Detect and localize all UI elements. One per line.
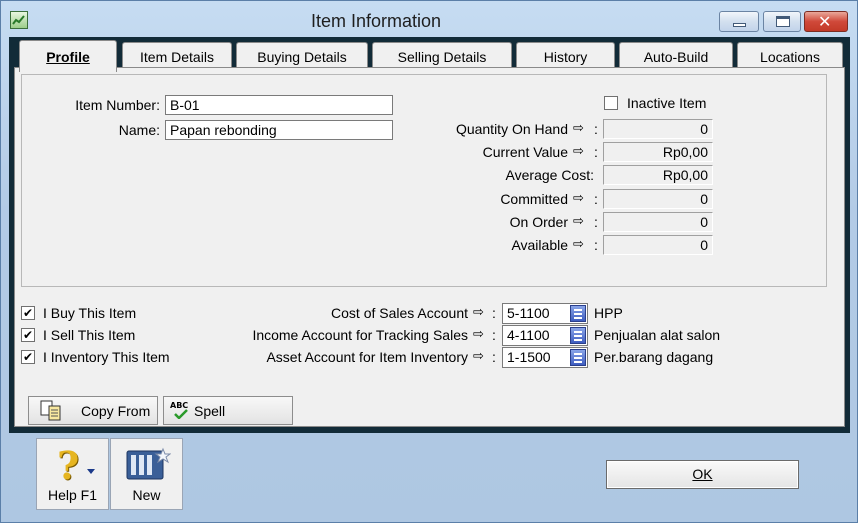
list-lookup-icon[interactable] (570, 305, 586, 322)
new-button[interactable]: New (110, 438, 183, 510)
tab-buying-details[interactable]: Buying Details (236, 42, 368, 70)
tab-label: Profile (46, 49, 90, 65)
colon: : (594, 191, 598, 207)
available-label: Available (511, 237, 568, 253)
quantity-on-hand-value: 0 (603, 119, 713, 139)
quantity-on-hand-label: Quantity On Hand (455, 121, 568, 137)
help-label: Help F1 (47, 487, 98, 503)
tab-auto-build[interactable]: Auto-Build (619, 42, 733, 70)
tab-label: Buying Details (257, 49, 347, 65)
colon: : (594, 121, 598, 137)
drilldown-arrow-icon[interactable]: ⇨ (573, 191, 584, 206)
tab-item-details[interactable]: Item Details (122, 42, 232, 70)
colon: : (594, 214, 598, 230)
account-code: 4-1100 (507, 327, 550, 343)
colon: : (492, 305, 496, 321)
tab-label: Item Details (140, 49, 214, 65)
tab-profile[interactable]: Profile (19, 40, 117, 72)
committed-value: 0 (603, 189, 713, 209)
tab-locations[interactable]: Locations (737, 42, 843, 70)
asset-account-field[interactable]: 1-1500 (502, 347, 588, 368)
item-number-label: Item Number: (75, 97, 160, 113)
average-cost-value: Rp0,00 (603, 165, 713, 185)
drilldown-arrow-icon[interactable]: ⇨ (473, 305, 484, 320)
tab-history[interactable]: History (516, 42, 615, 70)
profile-panel: Item Number: B-01 Name: Papan rebonding … (14, 67, 845, 427)
tab-label: Auto-Build (643, 49, 709, 65)
i-inventory-checkbox[interactable]: ✔ (21, 350, 35, 364)
colon: : (492, 349, 496, 365)
tab-label: Locations (760, 49, 820, 65)
tab-selling-details[interactable]: Selling Details (372, 42, 512, 70)
i-sell-checkbox[interactable]: ✔ (21, 328, 35, 342)
asset-account-name: Per.barang dagang (594, 349, 714, 365)
cost-of-sales-account-label: Cost of Sales Account (331, 305, 468, 321)
cost-of-sales-account-name: HPP (594, 305, 623, 321)
drilldown-arrow-icon[interactable]: ⇨ (473, 327, 484, 342)
drilldown-arrow-icon[interactable]: ⇨ (573, 237, 584, 252)
spell-label: Spell (194, 403, 226, 419)
available-value: 0 (603, 235, 713, 255)
spell-button[interactable]: ABC Spell (163, 396, 293, 425)
drilldown-arrow-icon[interactable]: ⇨ (473, 349, 484, 364)
copy-from-label: Copy From (81, 403, 151, 419)
drilldown-arrow-icon[interactable]: ⇨ (573, 214, 584, 229)
minimize-button[interactable] (719, 11, 759, 32)
maximize-icon (776, 16, 790, 27)
new-item-icon (126, 447, 171, 480)
current-value-value: Rp0,00 (603, 142, 713, 162)
on-order-label: On Order (509, 214, 568, 230)
i-buy-checkbox[interactable]: ✔ (21, 306, 35, 320)
close-button[interactable]: ✕ (804, 11, 848, 32)
i-buy-label: I Buy This Item (43, 305, 137, 321)
dialog-client: Profile Item Details Buying Details Sell… (9, 37, 850, 433)
income-account-name: Penjualan alat salon (594, 327, 721, 343)
new-label: New (132, 487, 161, 503)
inactive-item-checkbox[interactable] (604, 96, 618, 110)
drilldown-arrow-icon[interactable]: ⇨ (573, 121, 584, 136)
average-cost-label: Average Cost: (505, 167, 594, 183)
help-icon: ? (57, 443, 80, 488)
minimize-icon (733, 23, 746, 27)
ok-button[interactable]: OK (606, 460, 799, 489)
colon: : (492, 327, 496, 343)
inactive-item-label: Inactive Item (627, 95, 707, 111)
i-sell-label: I Sell This Item (43, 327, 136, 343)
account-code: 1-1500 (507, 349, 551, 365)
drilldown-arrow-icon[interactable]: ⇨ (573, 144, 584, 159)
maximize-button[interactable] (763, 11, 801, 32)
dropdown-arrow-icon (87, 469, 95, 474)
tab-label: History (543, 49, 588, 65)
item-information-window: Item Information ✕ Profile Item Details … (0, 0, 858, 523)
spell-check-icon: ABC (170, 401, 190, 419)
item-summary-group: Item Number: B-01 Name: Papan rebonding … (21, 74, 827, 287)
list-lookup-icon[interactable] (570, 327, 586, 344)
income-account-label: Income Account for Tracking Sales (252, 327, 468, 343)
i-inventory-label: I Inventory This Item (43, 349, 170, 365)
title-bar: Item Information ✕ (1, 1, 858, 37)
current-value-label: Current Value (482, 144, 568, 160)
close-icon: ✕ (818, 12, 832, 31)
tab-label: Selling Details (397, 49, 487, 65)
help-button[interactable]: ? Help F1 (36, 438, 109, 510)
copy-from-button[interactable]: Copy From (28, 396, 158, 425)
name-field[interactable]: Papan rebonding (165, 120, 393, 140)
cost-of-sales-account-field[interactable]: 5-1100 (502, 303, 588, 324)
colon: : (594, 144, 598, 160)
account-code: 5-1100 (507, 305, 550, 321)
name-label: Name: (118, 122, 160, 138)
asset-account-label: Asset Account for Item Inventory (266, 349, 468, 365)
on-order-value: 0 (603, 212, 713, 232)
committed-label: Committed (500, 191, 568, 207)
income-account-field[interactable]: 4-1100 (502, 325, 588, 346)
colon: : (594, 237, 598, 253)
list-lookup-icon[interactable] (570, 349, 586, 366)
ok-label: OK (692, 466, 713, 482)
item-number-field[interactable]: B-01 (165, 95, 393, 115)
window-title: Item Information (310, 11, 442, 31)
copy-icon (40, 400, 61, 421)
